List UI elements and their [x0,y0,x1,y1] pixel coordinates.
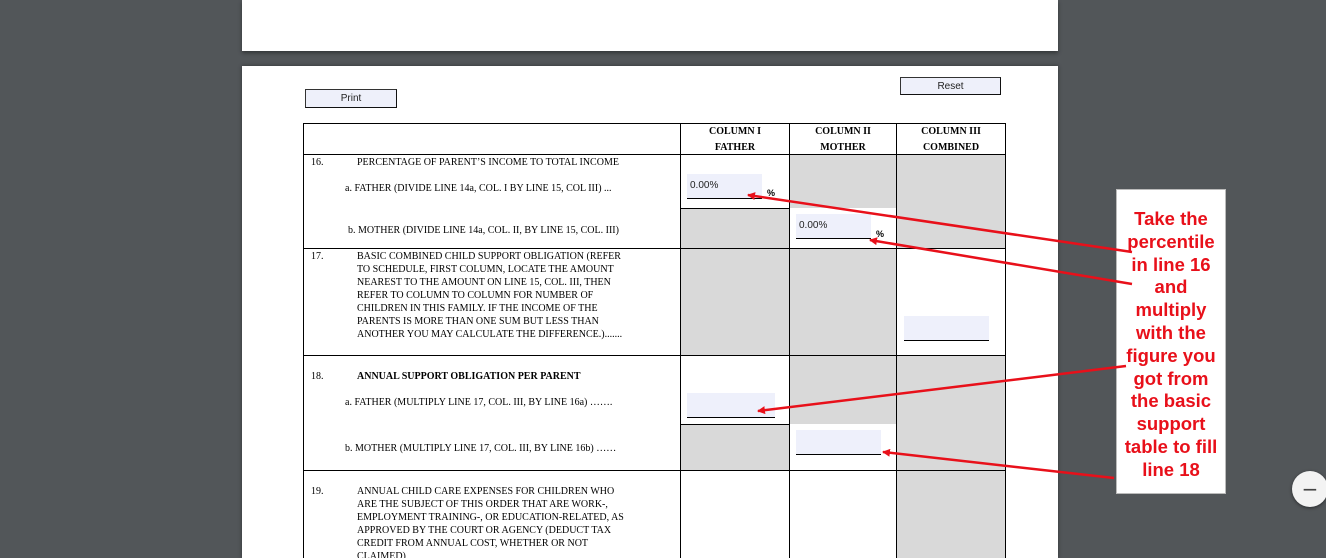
line-16-number: 16. [311,157,324,168]
line-18-title: ANNUAL SUPPORT OBLIGATION PER PARENT [357,371,581,382]
shade-r16-col3 [897,155,1006,248]
zoom-out-button[interactable]: − [1292,471,1326,507]
column-1-header: COLUMN I FATHER [709,126,761,153]
table-border [303,123,304,558]
shade-r18b-col1 [681,424,790,471]
shade-r18-r19-col3 [897,355,1006,558]
father-percentage-field[interactable]: 0.00% [687,174,762,199]
line-16a-label: a. FATHER (DIVIDE LINE 14a, COL. I BY LI… [345,183,612,194]
row-divider [680,208,790,209]
column-3-header: COLUMN III COMBINED [921,126,981,153]
line-18a-label: a. FATHER (MULTIPLY LINE 17, COL. III, B… [345,397,613,408]
line-18b-label: b. MOTHER (MULTIPLY LINE 17, COL. III, B… [345,443,617,454]
table-border [1005,123,1006,558]
basic-combined-obligation-field[interactable] [904,316,989,341]
pdf-page-previous [242,0,1058,51]
mother-percentage-field[interactable]: 0.00% [796,214,871,239]
shade-r17-r18a-col2 [790,248,897,424]
column-divider [896,123,897,558]
father-support-obligation-field[interactable] [687,393,775,418]
minus-icon: − [1301,477,1319,501]
line-18-number: 18. [311,371,324,382]
row-divider [680,424,790,425]
annotation-callout: Take the percentile in line 16 and multi… [1116,189,1226,494]
percent-sign: % [767,188,776,198]
row-divider [303,248,1006,249]
line-17-text: BASIC COMBINED CHILD SUPPORT OBLIGATION … [357,251,623,340]
line-16b-label: b. MOTHER (DIVIDE LINE 14a, COL. II, BY … [348,225,619,236]
column-2-header: COLUMN II MOTHER [815,126,871,153]
shade-r16b-r17-col1 [681,208,790,355]
row-divider [303,470,1006,471]
reset-button[interactable]: Reset [900,77,1001,95]
row-divider [303,355,1006,356]
column-divider [789,123,790,558]
line-16-title: PERCENTAGE OF PARENT’S INCOME TO TOTAL I… [357,157,619,168]
mother-support-obligation-field[interactable] [796,430,881,455]
line-17-number: 17. [311,251,324,262]
line-19-text: ANNUAL CHILD CARE EXPENSES FOR CHILDREN … [357,486,624,558]
print-button[interactable]: Print [305,89,397,108]
shade-r16a-col2 [790,155,897,208]
column-divider [680,123,681,558]
percent-sign: % [876,229,885,239]
line-19-number: 19. [311,486,324,497]
